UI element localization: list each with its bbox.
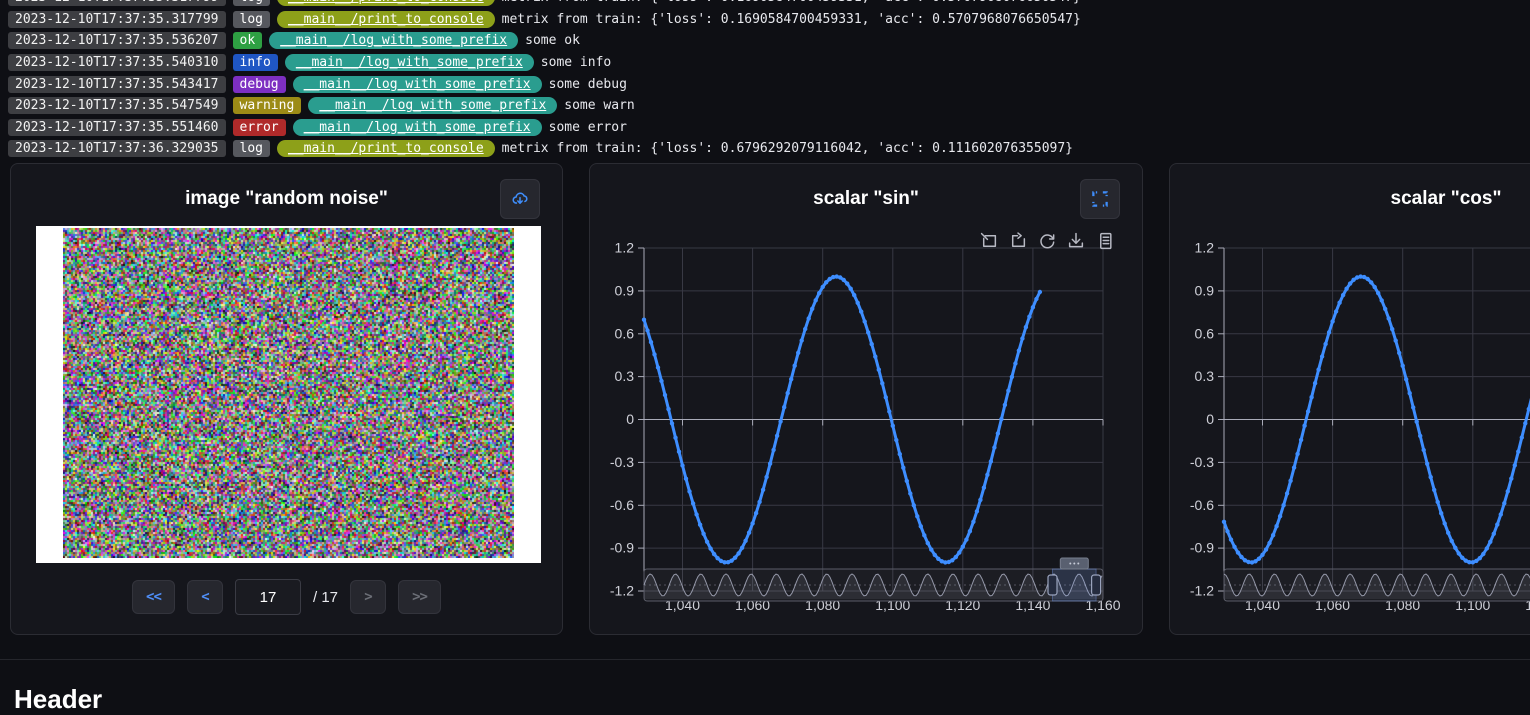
svg-text:1.2: 1.2 <box>615 240 635 256</box>
log-prefix-link[interactable]: __main__/print_to_console <box>277 0 495 6</box>
log-message: some error <box>549 120 627 135</box>
log-level-badge: log <box>233 140 270 157</box>
svg-text:0.6: 0.6 <box>615 325 635 341</box>
scalar-cos-card: scalar "cos" 1.20.90.60.30-0.3-0.6-0.9-1… <box>1169 163 1530 635</box>
log-message: some debug <box>549 77 627 92</box>
svg-text:-0.9: -0.9 <box>1190 540 1214 556</box>
log-prefix-link[interactable]: __main__/log_with_some_prefix <box>293 119 542 136</box>
svg-text:-0.9: -0.9 <box>610 540 634 556</box>
log-prefix-link[interactable]: __main__/log_with_some_prefix <box>308 97 557 114</box>
last-page-button[interactable]: >> <box>398 580 441 614</box>
svg-text:-1.2: -1.2 <box>610 583 634 599</box>
log-timestamp-badge: 2023-12-10T17:37:35.536207 <box>8 32 226 49</box>
image-card-title: image "random noise" <box>11 188 562 210</box>
save-image-icon[interactable] <box>1067 232 1085 250</box>
svg-text:-1.2: -1.2 <box>1190 583 1214 599</box>
datazoom-window[interactable] <box>1053 569 1097 601</box>
log-timestamp-badge: 2023-12-10T17:37:35.551460 <box>8 119 226 136</box>
page-total-label: / 17 <box>313 589 338 606</box>
svg-text:0.3: 0.3 <box>615 368 635 384</box>
log-row: 2023-12-10T17:37:36.329035 log __main__/… <box>8 138 1081 160</box>
image-frame <box>36 226 541 563</box>
log-prefix-link[interactable]: __main__/print_to_console <box>277 140 495 157</box>
log-row: 2023-12-10T17:37:35.317799 log __main__/… <box>8 0 1081 9</box>
log-prefix-link[interactable]: __main__/log_with_some_prefix <box>269 32 518 49</box>
log-prefix-link[interactable]: __main__/log_with_some_prefix <box>285 54 534 71</box>
first-page-button[interactable]: << <box>132 580 175 614</box>
log-row: 2023-12-10T17:37:35.543417 debug __main_… <box>8 73 1081 95</box>
log-message: some ok <box>525 33 580 48</box>
log-row: 2023-12-10T17:37:35.536207 ok __main__/l… <box>8 30 1081 52</box>
line-chart-sin[interactable]: 1.20.90.60.30-0.3-0.6-0.9-1.21,0401,0601… <box>590 164 1142 634</box>
svg-text:-0.6: -0.6 <box>610 497 634 513</box>
log-timestamp-badge: 2023-12-10T17:37:36.329035 <box>8 140 226 157</box>
page-number-input[interactable] <box>235 579 301 615</box>
line-chart-cos[interactable]: 1.20.90.60.30-0.3-0.6-0.9-1.21,0401,0601… <box>1170 164 1530 634</box>
datazoom-slider[interactable] <box>1224 558 1530 601</box>
svg-text:0.6: 0.6 <box>1195 325 1215 341</box>
log-level-badge: error <box>233 119 286 136</box>
log-level-badge: debug <box>233 76 286 93</box>
zoom-reset-icon[interactable] <box>1009 232 1027 250</box>
log-message: metrix from train: {'loss': 0.1690584700… <box>502 0 1081 5</box>
svg-text:0.9: 0.9 <box>1195 282 1215 298</box>
log-level-badge: log <box>233 11 270 28</box>
log-prefix-link[interactable]: __main__/log_with_some_prefix <box>293 76 542 93</box>
svg-text:0: 0 <box>626 411 634 427</box>
section-divider <box>0 659 1530 660</box>
log-timestamp-badge: 2023-12-10T17:37:35.317799 <box>8 11 226 28</box>
log-message: metrix from train: {'loss': 0.6796292079… <box>502 141 1073 156</box>
log-message: some info <box>541 55 611 70</box>
log-prefix-link[interactable]: __main__/print_to_console <box>277 11 495 28</box>
restore-icon[interactable] <box>1038 232 1056 250</box>
log-message: metrix from train: {'loss': 0.1690584700… <box>502 12 1081 27</box>
log-row: 2023-12-10T17:37:35.551460 error __main_… <box>8 117 1081 139</box>
cloud-download-icon <box>511 190 529 208</box>
log-level-badge: log <box>233 0 270 6</box>
datazoom-handle[interactable] <box>1092 575 1101 595</box>
section-heading: Header <box>14 684 102 715</box>
log-row: 2023-12-10T17:37:35.540310 info __main__… <box>8 52 1081 74</box>
svg-text:0.9: 0.9 <box>615 282 635 298</box>
image-pagination: << < / 17 > >> <box>11 579 562 615</box>
log-timestamp-badge: 2023-12-10T17:37:35.543417 <box>8 76 226 93</box>
log-row: 2023-12-10T17:37:35.547549 warning __mai… <box>8 95 1081 117</box>
datazoom-handle[interactable] <box>1048 575 1057 595</box>
box-zoom-icon[interactable] <box>980 232 998 250</box>
prev-page-button[interactable]: < <box>187 580 223 614</box>
chart-svg: 1.20.90.60.30-0.3-0.6-0.9-1.21,0401,0601… <box>1170 164 1530 634</box>
log-timestamp-badge: 2023-12-10T17:37:35.540310 <box>8 54 226 71</box>
log-timestamp-badge: 2023-12-10T17:37:35.547549 <box>8 97 226 114</box>
next-page-button[interactable]: > <box>350 580 386 614</box>
svg-text:-0.3: -0.3 <box>1190 454 1214 470</box>
log-console: 2023-12-10T17:37:35.317799 log __main__/… <box>8 0 1081 160</box>
log-message: some warn <box>564 98 634 113</box>
svg-text:1.2: 1.2 <box>1195 240 1215 256</box>
log-timestamp-badge: 2023-12-10T17:37:35.317799 <box>8 0 226 6</box>
svg-text:0.3: 0.3 <box>1195 368 1215 384</box>
log-row: 2023-12-10T17:37:35.317799 log __main__/… <box>8 9 1081 31</box>
noise-image <box>63 228 514 558</box>
svg-text:-0.6: -0.6 <box>1190 497 1214 513</box>
log-level-badge: warning <box>233 97 302 114</box>
log-level-badge: info <box>233 54 278 71</box>
chart-toolbox <box>980 232 1114 250</box>
datazoom-slider[interactable] <box>644 558 1103 601</box>
scalar-sin-card: scalar "sin" 1.20.90.60.30-0.3-0.6-0.9-1… <box>589 163 1143 635</box>
data-view-icon[interactable] <box>1096 232 1114 250</box>
image-card: image "random noise" << < / 17 > >> <box>10 163 563 635</box>
log-level-badge: ok <box>233 32 263 49</box>
svg-text:-0.3: -0.3 <box>610 454 634 470</box>
svg-text:0: 0 <box>1206 411 1214 427</box>
download-button[interactable] <box>500 179 540 219</box>
